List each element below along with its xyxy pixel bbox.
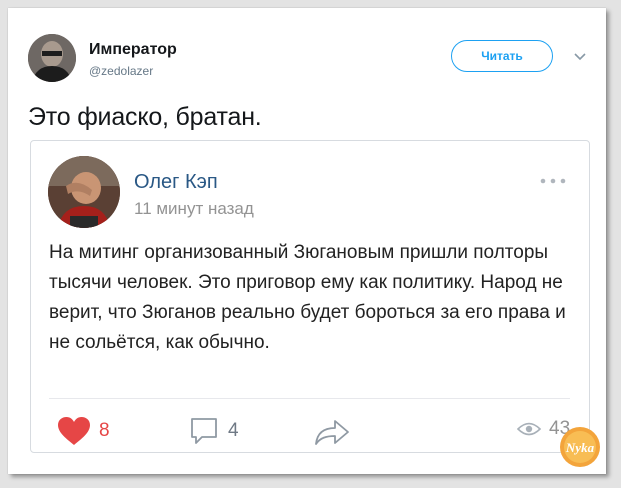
watermark-logo: Nyka (560, 427, 600, 467)
share-button[interactable] (313, 418, 351, 446)
tweet-frame: Император @zedolazer Читать Это фиаско, … (8, 8, 606, 474)
author-avatar[interactable] (28, 34, 76, 82)
eye-icon (517, 422, 541, 436)
divider (49, 398, 570, 399)
follow-button[interactable]: Читать (451, 40, 553, 72)
comment-count: 4 (228, 420, 239, 441)
author-name[interactable]: Император (89, 41, 177, 59)
like-button[interactable]: 8 (57, 416, 110, 446)
author-handle[interactable]: @zedolazer (89, 64, 153, 78)
more-options-icon[interactable] (539, 177, 567, 185)
comment-button[interactable]: 4 (189, 416, 239, 446)
share-arrow-icon (315, 420, 349, 445)
post-timestamp[interactable]: 11 минут назад (134, 199, 254, 219)
embedded-post-card[interactable]: Олег Кэп 11 минут назад На митинг органи… (30, 140, 590, 453)
post-author-name[interactable]: Олег Кэп (134, 171, 218, 194)
like-count: 8 (99, 420, 110, 441)
chevron-down-icon[interactable] (573, 52, 587, 62)
tweet-text: Это фиаско, братан. (28, 103, 262, 131)
comment-icon (191, 418, 217, 444)
post-body-text: На митинг организованный Зюгановым пришл… (49, 242, 566, 353)
heart-icon (58, 417, 90, 445)
watermark-text: Nyka (565, 440, 595, 455)
post-author-avatar[interactable] (48, 156, 120, 228)
